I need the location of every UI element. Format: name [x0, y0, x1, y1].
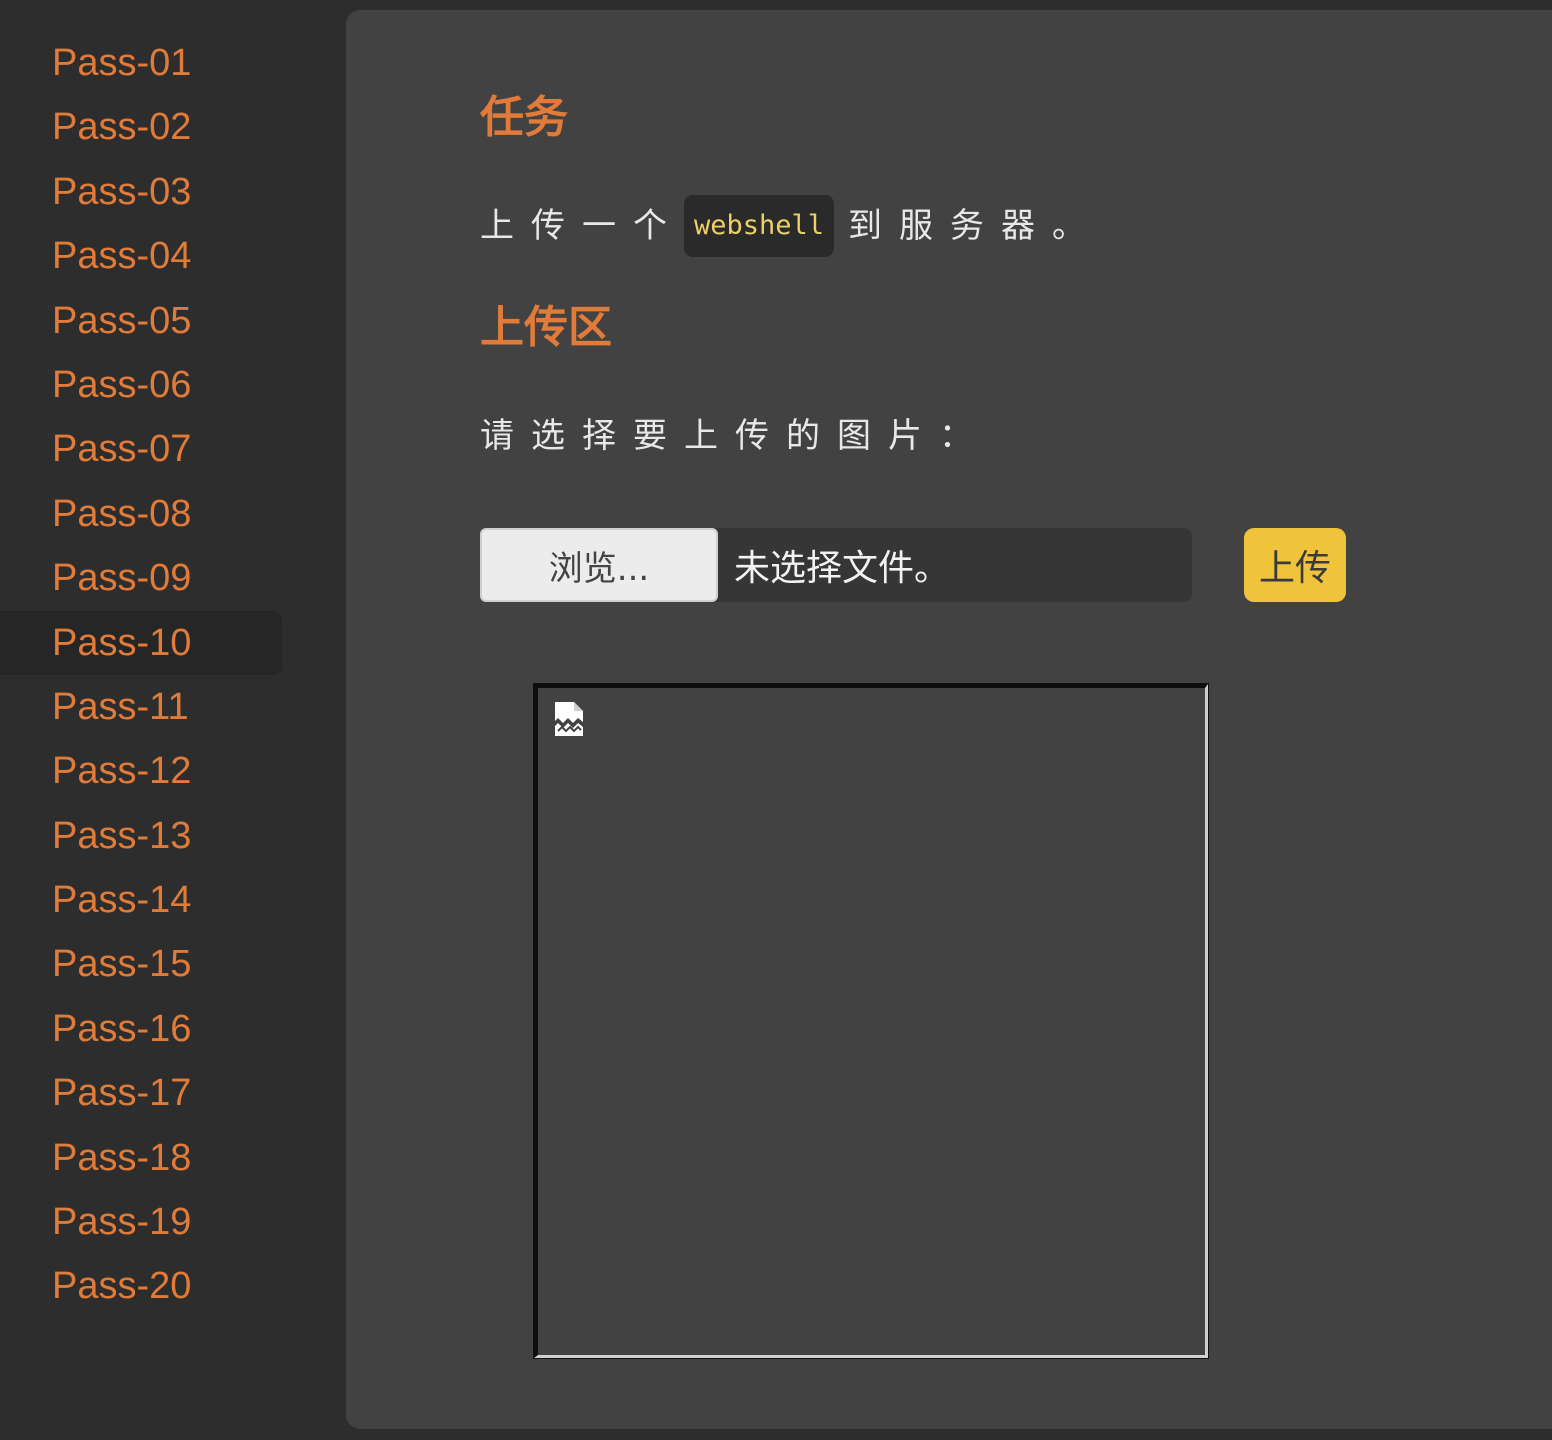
- task-title: 任务: [480, 92, 568, 143]
- broken-image-icon: [555, 702, 583, 736]
- task-text-before: 上传一个: [480, 206, 684, 246]
- sidebar-item-pass-06[interactable]: Pass-06: [0, 353, 282, 417]
- file-input[interactable]: 浏览... 未选择文件。: [480, 528, 1192, 602]
- file-status: 未选择文件。: [734, 548, 951, 589]
- sidebar-item-pass-16[interactable]: Pass-16: [0, 997, 282, 1061]
- sidebar-item-pass-13[interactable]: Pass-13: [0, 804, 282, 868]
- webshell-code: webshell: [684, 195, 835, 257]
- task-text-after: 到服务器。: [848, 206, 1104, 246]
- sidebar-item-pass-10[interactable]: Pass-10: [0, 610, 282, 675]
- sidebar-item-pass-01[interactable]: Pass-01: [0, 31, 282, 95]
- sidebar-item-pass-03[interactable]: Pass-03: [0, 160, 282, 224]
- sidebar-item-pass-20[interactable]: Pass-20: [0, 1254, 282, 1318]
- sidebar-item-pass-02[interactable]: Pass-02: [0, 95, 282, 159]
- sidebar-item-pass-04[interactable]: Pass-04: [0, 224, 282, 288]
- upload-button[interactable]: 上传: [1244, 528, 1346, 602]
- browse-button[interactable]: 浏览...: [480, 528, 718, 602]
- sidebar: Pass-01 Pass-02 Pass-03 Pass-04 Pass-05 Pass-…: [0, 0, 345, 1440]
- image-preview: [533, 683, 1209, 1359]
- upload-area-title: 上传区: [480, 302, 612, 353]
- sidebar-item-pass-07[interactable]: Pass-07: [0, 417, 282, 481]
- upload-prompt: 请选择要上传的图片：: [480, 416, 990, 456]
- task-description: 上传一个 webshell 到服务器。: [480, 195, 1103, 257]
- sidebar-item-pass-08[interactable]: Pass-08: [0, 482, 282, 546]
- sidebar-item-pass-18[interactable]: Pass-18: [0, 1126, 282, 1190]
- sidebar-item-pass-15[interactable]: Pass-15: [0, 932, 282, 996]
- sidebar-item-pass-05[interactable]: Pass-05: [0, 289, 282, 353]
- sidebar-item-pass-17[interactable]: Pass-17: [0, 1061, 282, 1125]
- sidebar-item-pass-19[interactable]: Pass-19: [0, 1190, 282, 1254]
- sidebar-nav: Pass-01 Pass-02 Pass-03 Pass-04 Pass-05 Pass-…: [0, 31, 282, 1319]
- sidebar-item-pass-14[interactable]: Pass-14: [0, 868, 282, 932]
- sidebar-item-pass-11[interactable]: Pass-11: [0, 675, 282, 739]
- sidebar-item-pass-09[interactable]: Pass-09: [0, 546, 282, 610]
- sidebar-item-pass-12[interactable]: Pass-12: [0, 739, 282, 803]
- main-panel: 任务 上传一个 webshell 到服务器。 上传区 请选择要上传的图片： 浏览..…: [346, 10, 1552, 1429]
